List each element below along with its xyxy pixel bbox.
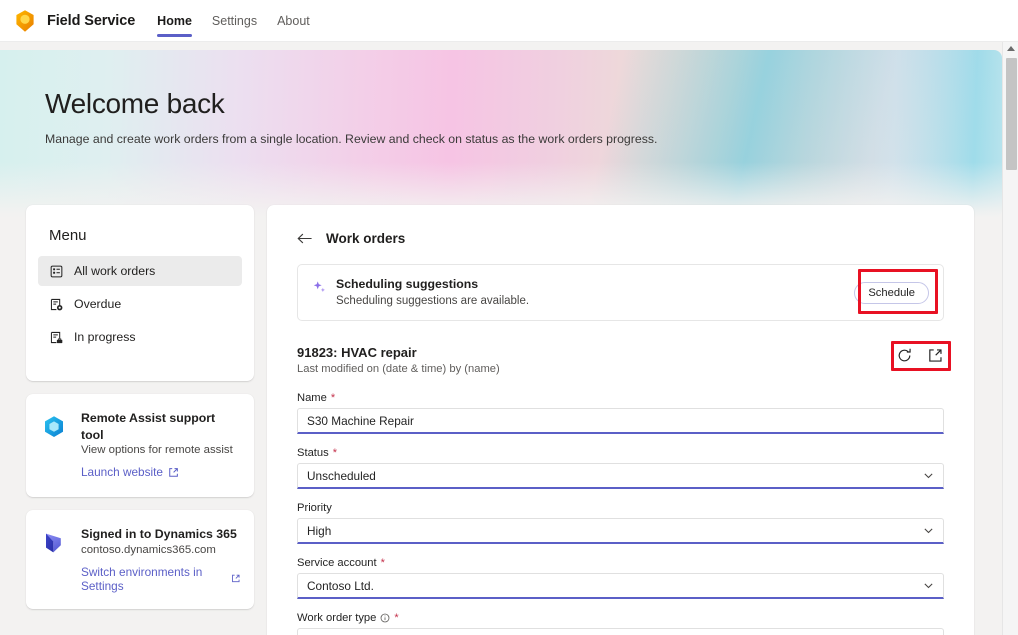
form-field-work-order-type: Work order type * Repair [297, 612, 944, 635]
open-in-new-icon [231, 575, 240, 583]
schedule-button[interactable]: Schedule [854, 281, 929, 304]
vertical-scrollbar[interactable] [1002, 42, 1018, 635]
suggestion-title: Scheduling suggestions [336, 277, 479, 291]
work-order-type-select[interactable]: Repair [297, 628, 944, 635]
open-in-new-icon[interactable] [927, 347, 944, 364]
refresh-icon[interactable] [896, 347, 913, 364]
launch-website-link[interactable]: Launch website [81, 465, 179, 479]
chevron-up-icon[interactable] [1003, 42, 1018, 56]
field-label-row: Name * [297, 392, 944, 404]
field-value: Unscheduled [307, 468, 376, 483]
card-subtitle: contoso.dynamics365.com [81, 543, 216, 556]
field-value: Contoso Ltd. [307, 578, 374, 593]
field-label: Name [297, 392, 327, 404]
remote-assist-card[interactable]: Remote Assist support tool View options … [26, 394, 254, 498]
work-order-actions [896, 347, 944, 364]
chevron-down-icon [924, 528, 933, 534]
arrow-left-icon[interactable] [297, 230, 313, 246]
card-title: Remote Assist support tool [81, 411, 216, 442]
work-order-title: 91823: HVAC repair [297, 345, 417, 360]
sidebar-item-label: In progress [74, 330, 136, 344]
remote-assist-hexagon-icon [40, 413, 68, 441]
page-scroll-area: Welcome back Manage and create work orde… [0, 42, 1018, 635]
panel-header: Work orders [267, 205, 974, 246]
service-account-select[interactable]: Contoso Ltd. [297, 573, 944, 599]
work-order-form: Name * S30 Machine Repair Status * Unsch… [297, 392, 944, 635]
panel-title: Work orders [326, 230, 406, 246]
menu-heading: Menu [49, 227, 87, 244]
sidebar-item-overdue[interactable]: Overdue [38, 289, 242, 319]
field-label: Work order type [297, 612, 377, 624]
priority-select[interactable]: High [297, 518, 944, 544]
nav-item-home[interactable]: Home [157, 0, 192, 42]
status-select[interactable]: Unscheduled [297, 463, 944, 489]
form-field-name: Name * S30 Machine Repair [297, 392, 944, 434]
card-subtitle: View options for remote assist [81, 444, 233, 457]
suggestion-body: Scheduling suggestions are available. [336, 295, 530, 307]
link-label: Switch environments in Settings [81, 564, 203, 593]
document-toolbox-icon [49, 330, 64, 345]
name-input[interactable]: S30 Machine Repair [297, 408, 944, 434]
scrollbar-thumb[interactable] [1005, 58, 1017, 170]
field-label: Priority [297, 502, 332, 514]
form-field-priority: Priority High [297, 502, 944, 544]
work-orders-panel: Work orders Scheduling suggestions Sched… [267, 205, 974, 635]
dynamics365-icon [40, 529, 68, 557]
menu-card: Menu All work orders Overdue In progress [26, 205, 254, 381]
form-field-service-account: Service account * Contoso Ltd. [297, 557, 944, 599]
app-title: Field Service [47, 12, 136, 29]
work-order-subtitle: Last modified on (date & time) by (name) [297, 363, 500, 375]
main-nav: Home Settings About [157, 0, 310, 42]
chevron-down-icon [924, 583, 933, 589]
field-label-row: Priority [297, 502, 944, 514]
page-title: Welcome back [45, 88, 225, 119]
sparkle-icon [312, 280, 327, 295]
scheduling-suggestions-box: Scheduling suggestions Scheduling sugges… [297, 264, 944, 321]
card-title: Signed in to Dynamics 365 [81, 527, 237, 542]
work-order-header: 91823: HVAC repair Last modified on (dat… [297, 341, 951, 379]
switch-environments-link[interactable]: Switch environments in Settings [81, 565, 240, 593]
document-clock-icon [49, 297, 64, 312]
field-label: Service account [297, 557, 377, 569]
field-label-row: Status * [297, 447, 944, 459]
info-icon[interactable] [380, 613, 390, 623]
dynamics365-card[interactable]: Signed in to Dynamics 365 contoso.dynami… [26, 510, 254, 609]
required-asterisk: * [380, 556, 385, 569]
sidebar-item-label: All work orders [74, 264, 156, 278]
field-label: Status [297, 447, 329, 459]
sidebar-item-label: Overdue [74, 297, 122, 311]
field-service-hexagon-logo-icon [12, 8, 38, 34]
sidebar-item-all-work-orders[interactable]: All work orders [38, 256, 242, 286]
app-header: Field Service Home Settings About [0, 0, 1018, 42]
field-value: High [307, 523, 332, 538]
required-asterisk: * [394, 611, 399, 624]
sidebar-item-in-progress[interactable]: In progress [38, 322, 242, 352]
list-document-icon [49, 264, 64, 279]
chevron-down-icon [924, 473, 933, 479]
nav-item-settings[interactable]: Settings [212, 0, 257, 42]
field-label-row: Work order type * [297, 612, 944, 624]
sidebar: Menu All work orders Overdue In progress… [26, 205, 254, 609]
form-field-status: Status * Unscheduled [297, 447, 944, 489]
open-in-new-icon [169, 467, 178, 477]
link-label: Launch website [81, 465, 163, 480]
field-value: S30 Machine Repair [307, 413, 414, 428]
page-subtitle: Manage and create work orders from a sin… [45, 132, 658, 146]
required-asterisk: * [332, 446, 337, 459]
required-asterisk: * [330, 391, 336, 404]
nav-item-about[interactable]: About [277, 0, 310, 42]
field-label-row: Service account * [297, 557, 944, 569]
welcome-banner: Welcome back Manage and create work orde… [0, 50, 1002, 218]
